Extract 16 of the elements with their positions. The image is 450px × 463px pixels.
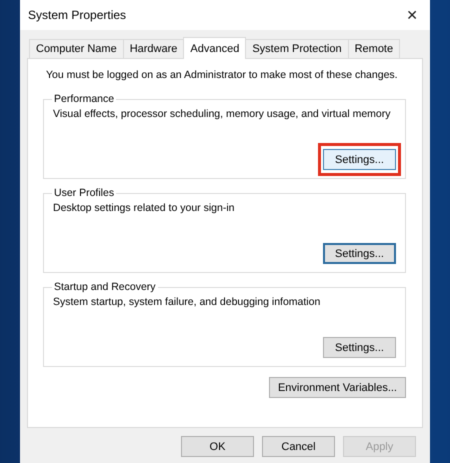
notice-text: You must be logged on as an Administrator to make most of these changes.: [45, 69, 399, 81]
group-title: Startup and Recovery: [52, 281, 158, 294]
group-description: Desktop settings related to your sign-in: [53, 202, 236, 214]
close-button[interactable]: ✕: [404, 6, 420, 24]
group-description: System startup, system failure, and debugging infomation: [53, 296, 322, 308]
window-title: System Properties: [28, 8, 126, 22]
environment-variables-button[interactable]: Environment Variables...: [268, 377, 406, 398]
group-description: Visual effects, processor scheduling, memory usage, and virtual memory: [53, 108, 392, 120]
dialog-button[interactable]: OK: [181, 436, 254, 457]
settings-button[interactable]: Settings...: [323, 337, 396, 358]
tab[interactable]: Computer Name: [29, 39, 124, 58]
tab[interactable]: Remote: [348, 39, 400, 58]
dialog-button[interactable]: Cancel: [262, 436, 335, 457]
tab[interactable]: Advanced: [183, 37, 246, 59]
settings-button[interactable]: Settings...: [323, 243, 396, 264]
settings-button[interactable]: Settings...: [323, 149, 396, 170]
